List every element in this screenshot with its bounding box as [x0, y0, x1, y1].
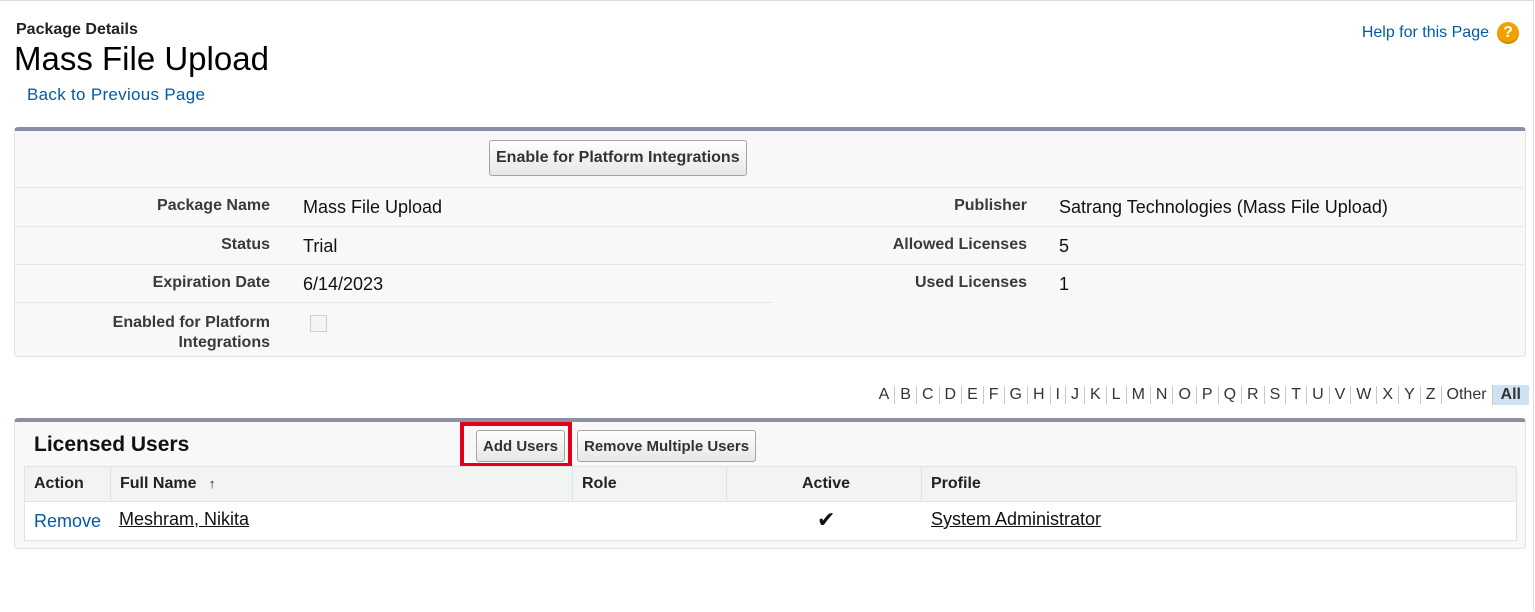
remove-multiple-users-button[interactable]: Remove Multiple Users [577, 430, 757, 462]
remove-user-link[interactable]: Remove [34, 511, 101, 532]
alpha-filter-other[interactable]: Other [1440, 386, 1492, 404]
licensed-users-title: Licensed Users [34, 433, 190, 456]
used-licenses-value: 1 [1059, 274, 1070, 294]
enabled-platform-label: Enabled for Platform Integrations [113, 313, 270, 353]
package-name-value: Mass File Upload [303, 197, 443, 217]
column-divider [572, 467, 573, 501]
breadcrumb: Package Details [16, 21, 138, 38]
alpha-filter-p[interactable]: P [1195, 386, 1218, 404]
status-label: Status [221, 236, 270, 253]
alpha-filter-q[interactable]: Q [1217, 386, 1241, 404]
alpha-filter-g[interactable]: G [1003, 386, 1027, 404]
alpha-filter-e[interactable]: E [961, 386, 983, 404]
alpha-filter-z[interactable]: Z [1419, 386, 1441, 404]
enabled-platform-label-line2: Integrations [178, 334, 270, 351]
publisher-value: Satrang Technologies (Mass File Upload) [1059, 197, 1388, 217]
alpha-filter-x[interactable]: X [1376, 386, 1398, 404]
alpha-filter-n[interactable]: N [1149, 386, 1173, 404]
alpha-filter-v[interactable]: V [1328, 386, 1351, 404]
column-role: Role [582, 475, 617, 492]
question-circle-icon[interactable]: ? [1497, 22, 1519, 44]
expiration-date-value: 6/14/2023 [303, 274, 384, 294]
allowed-licenses-label: Allowed Licenses [892, 236, 1027, 253]
row-divider [15, 264, 1523, 265]
row-divider [15, 226, 1523, 227]
alpha-filter-m[interactable]: M [1125, 386, 1150, 404]
publisher-label: Publisher [954, 197, 1027, 214]
allowed-licenses-value: 5 [1059, 236, 1070, 256]
row-divider [15, 302, 772, 303]
help-area: Help for this Page ? [1362, 22, 1519, 44]
alphabet-filter: A B C D E F G H I J K L M N O P Q R S T U V W X Y Z Other All [874, 385, 1529, 405]
expiration-date-label: Expiration Date [152, 274, 270, 291]
enabled-platform-checkbox [310, 315, 327, 332]
alpha-filter-l[interactable]: L [1105, 386, 1126, 404]
column-full-name[interactable]: Full Name ↑ [120, 475, 215, 493]
page-title: Mass File Upload [14, 40, 269, 77]
alpha-filter-b[interactable]: B [894, 386, 916, 404]
alpha-filter-o[interactable]: O [1172, 386, 1195, 404]
help-link[interactable]: Help for this Page [1362, 24, 1489, 42]
add-users-button[interactable]: Add Users [476, 430, 566, 462]
row-divider [15, 187, 1523, 188]
enabled-platform-label-line1: Enabled for Platform [112, 314, 270, 331]
package-name-label: Package Name [157, 197, 270, 214]
alpha-filter-i[interactable]: I [1049, 386, 1065, 404]
alpha-filter-y[interactable]: Y [1398, 386, 1420, 404]
user-profile-link[interactable]: System Administrator [931, 509, 1101, 530]
alpha-filter-u[interactable]: U [1306, 386, 1329, 404]
column-divider [110, 467, 111, 501]
column-divider [726, 467, 727, 501]
alpha-filter-j[interactable]: J [1065, 386, 1084, 404]
column-active: Active [802, 475, 851, 492]
licensed-users-table: Action Full Name ↑ Role Active Profile R… [24, 466, 1517, 541]
status-value: Trial [303, 236, 338, 256]
package-detail-panel: Enable for Platform Integrations Package… [14, 127, 1526, 357]
alpha-filter-all[interactable]: All [1491, 385, 1529, 405]
column-profile: Profile [931, 475, 981, 492]
alpha-filter-s[interactable]: S [1263, 386, 1286, 404]
enable-platform-integrations-button[interactable]: Enable for Platform Integrations [489, 140, 747, 176]
alpha-filter-f[interactable]: F [982, 386, 1004, 404]
used-licenses-label: Used Licenses [914, 274, 1027, 291]
column-action: Action [34, 475, 84, 492]
sort-ascending-icon: ↑ [208, 476, 216, 491]
full-name-header-label: Full Name [120, 475, 197, 492]
alpha-filter-k[interactable]: K [1084, 386, 1106, 404]
licensed-users-panel: Licensed Users Add Users Remove Multiple… [14, 418, 1526, 549]
back-link[interactable]: Back to Previous Page [27, 85, 205, 105]
active-checkmark-icon: ✔ [817, 507, 836, 532]
alpha-filter-h[interactable]: H [1026, 386, 1050, 404]
alpha-filter-c[interactable]: C [915, 386, 939, 404]
alpha-filter-r[interactable]: R [1241, 386, 1264, 404]
alpha-filter-t[interactable]: T [1285, 386, 1306, 404]
alpha-filter-d[interactable]: D [938, 386, 962, 404]
alpha-filter-w[interactable]: W [1350, 386, 1376, 404]
table-header: Action Full Name ↑ Role Active Profile [25, 467, 1516, 502]
user-full-name-link[interactable]: Meshram, Nikita [119, 509, 249, 530]
column-divider [921, 467, 922, 501]
alpha-filter-a[interactable]: A [874, 386, 895, 404]
